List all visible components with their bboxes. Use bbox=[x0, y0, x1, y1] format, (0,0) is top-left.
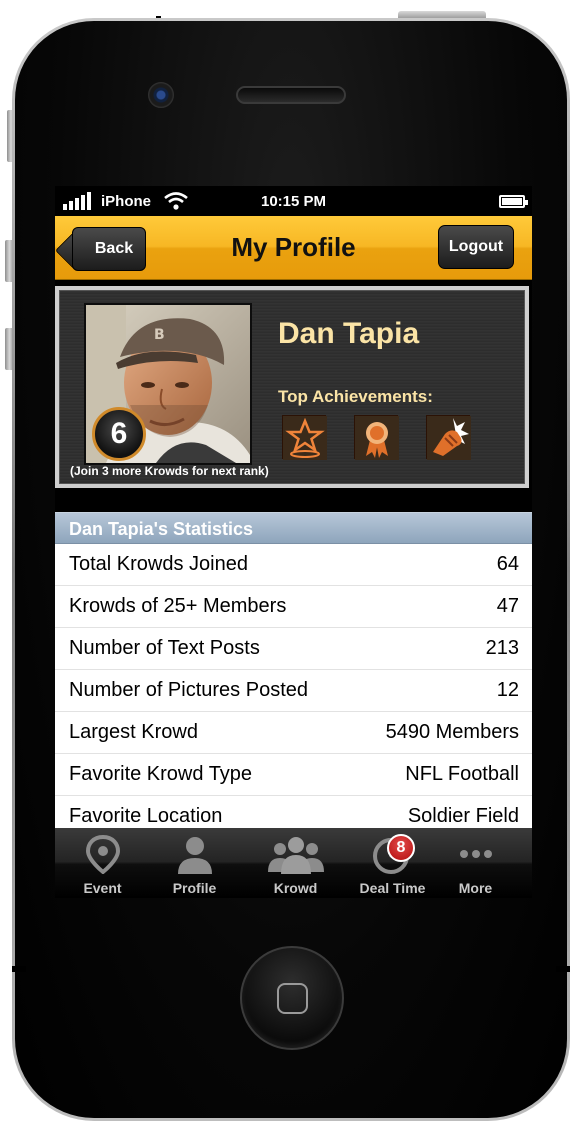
signal-bars-icon bbox=[63, 192, 91, 210]
stat-row-favorite-type[interactable]: Favorite Krowd Type NFL Football bbox=[55, 754, 532, 796]
stat-value: NFL Football bbox=[405, 763, 519, 785]
status-time: 10:15 PM bbox=[261, 193, 327, 210]
back-button[interactable]: Back bbox=[72, 227, 146, 271]
antenna-band-right bbox=[556, 966, 570, 972]
tab-bar: Event Profile Krowd 8 Deal Time More bbox=[55, 828, 532, 898]
stats-list: Total Krowds Joined 64 Krowds of 25+ Mem… bbox=[55, 544, 532, 838]
stat-value: 213 bbox=[485, 637, 519, 659]
more-dots-icon bbox=[460, 850, 492, 858]
earpiece-speaker bbox=[236, 86, 346, 104]
profile-card: B 6 (Join 3 more Krowds for next rank) D… bbox=[55, 286, 529, 488]
app-screen: iPhone 10:15 PM Back My Profile Logout B… bbox=[55, 186, 532, 898]
star-trophy-icon[interactable] bbox=[282, 415, 327, 460]
person-icon bbox=[178, 837, 212, 874]
stat-row-largest-krowd[interactable]: Largest Krowd 5490 Members bbox=[55, 712, 532, 754]
home-square-icon bbox=[277, 983, 308, 1014]
stats-section-header: Dan Tapia's Statistics bbox=[55, 512, 532, 544]
stat-label: Total Krowds Joined bbox=[69, 553, 248, 575]
stat-label: Favorite Krowd Type bbox=[69, 763, 253, 785]
group-icon bbox=[268, 837, 324, 874]
map-pin-icon bbox=[85, 834, 121, 874]
stat-value: 64 bbox=[496, 553, 519, 575]
profile-name: Dan Tapia bbox=[278, 317, 420, 350]
stat-value: Soldier Field bbox=[407, 805, 519, 827]
notification-badge: 8 bbox=[387, 834, 415, 862]
tab-label: Event bbox=[83, 880, 122, 896]
profile-card-inner: B 6 (Join 3 more Krowds for next rank) D… bbox=[59, 290, 525, 484]
back-button-area: Back bbox=[55, 216, 175, 280]
tab-label: More bbox=[458, 880, 493, 896]
wifi-icon bbox=[164, 192, 188, 210]
logout-button[interactable]: Logout bbox=[438, 225, 514, 269]
tab-label: Deal Time bbox=[359, 880, 426, 896]
stat-label: Krowds of 25+ Members bbox=[69, 595, 287, 617]
battery-icon bbox=[499, 195, 528, 208]
stat-value: 5490 Members bbox=[385, 721, 519, 743]
tab-deal-time[interactable]: 8 Deal Time bbox=[345, 828, 440, 898]
stat-value: 12 bbox=[496, 679, 519, 701]
fist-punch-icon[interactable] bbox=[426, 415, 471, 460]
stat-label: Largest Krowd bbox=[69, 721, 198, 743]
stat-row-pictures-posted[interactable]: Number of Pictures Posted 12 bbox=[55, 670, 532, 712]
stat-value: 47 bbox=[496, 595, 519, 617]
tab-label: Profile bbox=[172, 880, 217, 896]
stat-row-total-krowds[interactable]: Total Krowds Joined 64 bbox=[55, 544, 532, 586]
profile-photo[interactable]: B 6 bbox=[84, 303, 252, 465]
stat-row-krowds-25-plus[interactable]: Krowds of 25+ Members 47 bbox=[55, 586, 532, 628]
front-camera bbox=[148, 82, 174, 108]
tab-profile[interactable]: Profile bbox=[147, 828, 242, 898]
stat-label: Favorite Location bbox=[69, 805, 223, 827]
achievements-label: Top Achievements: bbox=[278, 387, 433, 406]
stat-label: Number of Pictures Posted bbox=[69, 679, 308, 701]
navigation-bar: Back My Profile Logout bbox=[55, 216, 532, 280]
tab-krowd[interactable]: Krowd bbox=[248, 828, 343, 898]
tab-label: Krowd bbox=[273, 880, 318, 896]
status-bar: iPhone 10:15 PM bbox=[55, 186, 532, 216]
stat-label: Number of Text Posts bbox=[69, 637, 260, 659]
carrier-label: iPhone bbox=[101, 193, 152, 210]
antenna-band-left bbox=[12, 966, 26, 972]
tab-event[interactable]: Event bbox=[55, 828, 150, 898]
svg-text:B: B bbox=[154, 327, 165, 343]
stat-row-text-posts[interactable]: Number of Text Posts 213 bbox=[55, 628, 532, 670]
tab-more[interactable]: More bbox=[428, 828, 523, 898]
rank-progress-note: (Join 3 more Krowds for next rank) bbox=[70, 464, 269, 478]
ribbon-medal-icon[interactable] bbox=[354, 415, 399, 460]
rank-badge: 6 bbox=[92, 407, 146, 461]
